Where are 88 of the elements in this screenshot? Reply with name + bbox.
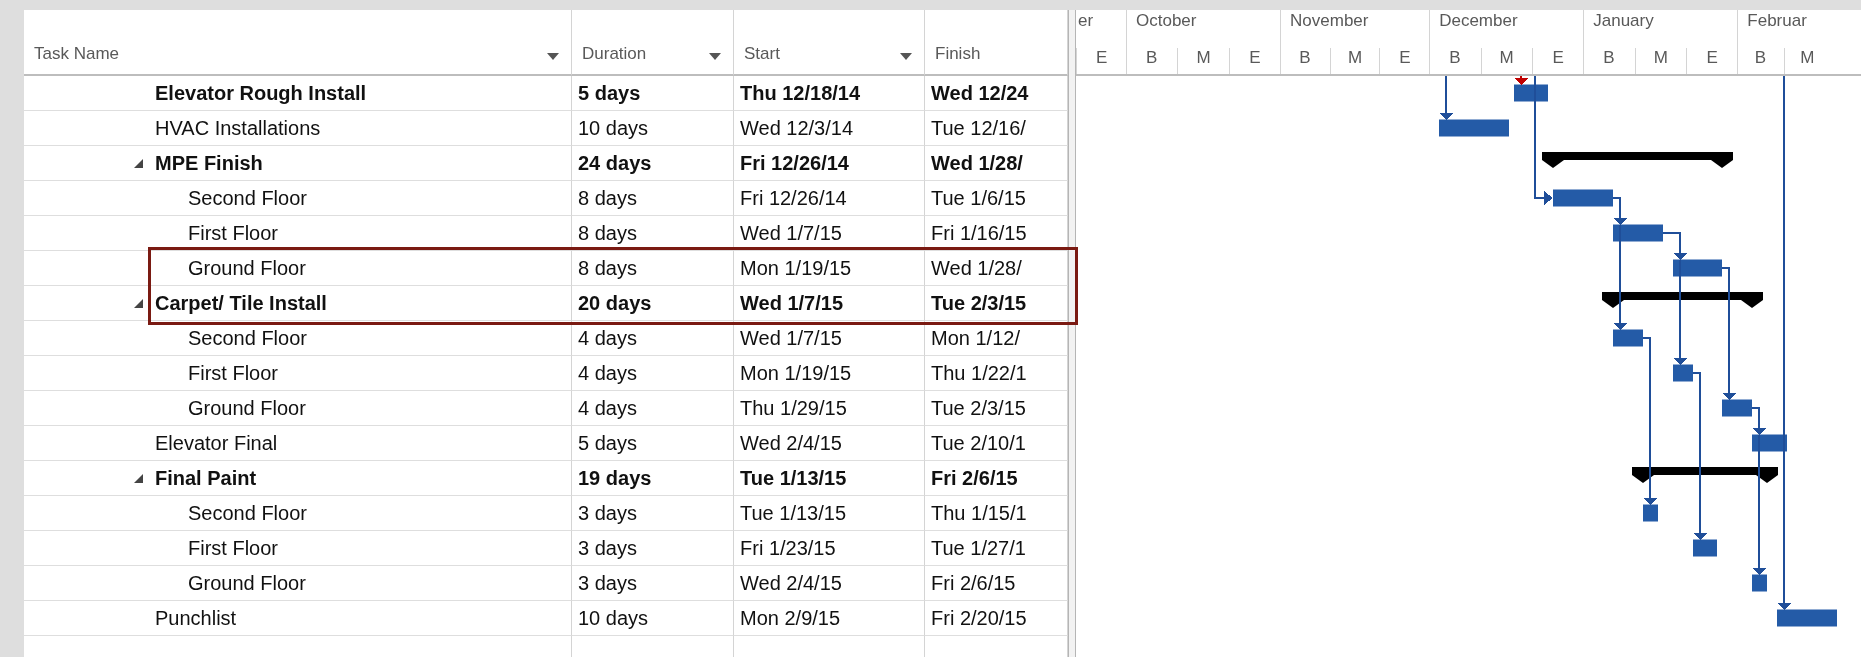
task-bar	[1673, 364, 1693, 382]
timescale-label: B	[1448, 48, 1462, 69]
task-name: First Floor	[188, 221, 278, 245]
task-bar	[1643, 504, 1658, 522]
duration-cell: 3 days	[572, 496, 734, 531]
collapse-triangle-icon[interactable]	[134, 298, 143, 308]
task-name: Ground Floor	[188, 571, 306, 595]
column-header[interactable]: Duration	[572, 10, 734, 76]
timescale-label: M	[1634, 48, 1686, 74]
start-cell: Mon 2/9/15	[734, 601, 925, 636]
pane-splitter[interactable]	[1068, 10, 1076, 657]
start-cell: Thu 12/18/14	[734, 76, 925, 111]
task-name: Carpet/ Tile Install	[155, 291, 327, 315]
start-cell: Wed 2/4/15	[734, 426, 925, 461]
duration-cell: 24 days	[572, 146, 734, 181]
task-bar	[1693, 539, 1717, 557]
task-name: First Floor	[188, 361, 278, 385]
task-name: HVAC Installations	[155, 116, 321, 140]
duration-cell: 4 days	[572, 391, 734, 426]
task-bar	[1613, 224, 1663, 242]
start-cell: Fri 12/26/14	[734, 181, 925, 216]
timescale-label: B	[1753, 48, 1768, 69]
duration-cell: 10 days	[572, 601, 734, 636]
timescale-label: B	[1145, 48, 1159, 69]
month-label: January	[1592, 10, 1655, 32]
task-name: Second Floor	[188, 326, 307, 350]
timescale-label: M	[1177, 48, 1229, 74]
column-header[interactable]: Task Name	[24, 10, 572, 76]
start-cell: Mon 1/19/15	[734, 251, 925, 286]
month-label: er	[1077, 10, 1095, 32]
duration-cell: 8 days	[572, 216, 734, 251]
duration-cell: 5 days	[572, 426, 734, 461]
timescale-label: M	[1783, 48, 1831, 74]
task-bar	[1439, 119, 1509, 137]
duration-cell: 19 days	[572, 461, 734, 496]
month-label: October	[1135, 10, 1198, 32]
collapse-triangle-icon[interactable]	[134, 473, 143, 483]
timescale-label: B	[1602, 48, 1616, 69]
duration-cell: 20 days	[572, 286, 734, 321]
duration-cell: 5 days	[572, 76, 734, 111]
start-cell: Wed 2/4/15	[734, 566, 925, 601]
task-name: Elevator Rough Install	[155, 81, 367, 105]
start-cell: Fri 12/26/14	[734, 146, 925, 181]
timescale-label: E	[1531, 48, 1584, 74]
duration-cell: 10 days	[572, 111, 734, 146]
start-cell: Mon 1/19/15	[734, 356, 925, 391]
task-bar	[1673, 259, 1722, 277]
task-bar	[1613, 329, 1643, 347]
task-bar	[1752, 574, 1767, 592]
task-name: Ground Floor	[188, 256, 306, 280]
timescale-label: E	[1685, 48, 1738, 74]
task-bar	[1514, 84, 1548, 102]
month-label: November	[1289, 10, 1370, 32]
duration-cell: 4 days	[572, 356, 734, 391]
duration-cell: 8 days	[572, 181, 734, 216]
task-name: MPE Finish	[155, 151, 263, 175]
task-bar	[1777, 609, 1837, 627]
task-name: Second Floor	[188, 501, 307, 525]
month-label: Februar	[1746, 10, 1808, 32]
task-name: Second Floor	[188, 186, 307, 210]
timescale-label: E	[1076, 48, 1126, 74]
duration-cell: 8 days	[572, 251, 734, 286]
timescale-label: B	[1298, 48, 1312, 69]
task-bar	[1553, 189, 1613, 207]
task-name: Final Paint	[155, 466, 257, 490]
column-header[interactable]: Start	[734, 10, 925, 76]
task-bar	[1722, 399, 1752, 417]
start-cell: Wed 1/7/15	[734, 216, 925, 251]
task-name: Elevator Final	[155, 431, 278, 455]
task-name: Punchlist	[155, 606, 237, 630]
start-cell: Tue 1/13/15	[734, 461, 925, 496]
timescale-label: E	[1379, 48, 1430, 74]
timescale-label: M	[1480, 48, 1532, 74]
collapse-triangle-icon[interactable]	[134, 158, 143, 168]
task-name: Ground Floor	[188, 396, 306, 420]
month-label: December	[1438, 10, 1519, 32]
timescale-label: E	[1228, 48, 1281, 74]
duration-cell: 4 days	[572, 321, 734, 356]
start-cell: Tue 1/13/15	[734, 496, 925, 531]
duration-cell: 3 days	[572, 566, 734, 601]
start-cell: Fri 1/23/15	[734, 531, 925, 566]
start-cell: Thu 1/29/15	[734, 391, 925, 426]
start-cell: Wed 1/7/15	[734, 286, 925, 321]
duration-cell: 3 days	[572, 531, 734, 566]
task-name: First Floor	[188, 536, 278, 560]
start-cell: Wed 12/3/14	[734, 111, 925, 146]
start-cell: Wed 1/7/15	[734, 321, 925, 356]
timescale-label: M	[1329, 48, 1380, 74]
